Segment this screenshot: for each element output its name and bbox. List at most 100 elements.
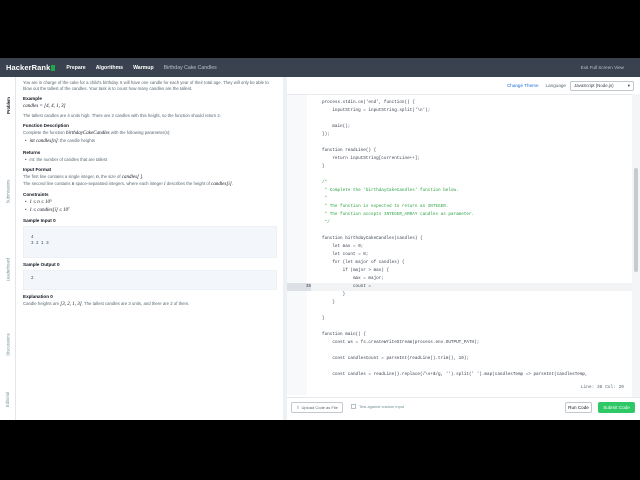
code-line[interactable]: process.stdin.on('end', function() {: [287, 99, 632, 107]
code-text: for (let major of candles) {: [322, 260, 405, 265]
tab-editorial[interactable]: Editorial: [0, 381, 16, 417]
editor-actions: ⇪ Upload Code as File Test against custo…: [287, 397, 640, 420]
logo-text: HackerRank: [6, 63, 51, 72]
input-line2-pre: The second line contains: [23, 181, 71, 187]
language-select[interactable]: JavaScript (Node.js) ▾: [570, 80, 634, 91]
chevron-down-icon: ▾: [627, 82, 630, 88]
code-line[interactable]: [287, 171, 632, 179]
scrollbar-thumb[interactable]: [634, 168, 638, 272]
code-line[interactable]: });: [287, 131, 632, 139]
code-text: if (major > max) {: [322, 268, 390, 273]
code-text: function main() {: [322, 332, 366, 337]
code-editor[interactable]: process.stdin.on('end', function() { inp…: [287, 94, 632, 420]
upload-code-button[interactable]: ⇪ Upload Code as File: [291, 402, 343, 413]
code-line[interactable]: [287, 139, 632, 147]
code-line[interactable]: * Complete the 'birthdayCakeCandles' fun…: [287, 187, 632, 195]
code-line[interactable]: let max = 0;: [287, 243, 632, 251]
nav-prepare[interactable]: Prepare: [66, 65, 85, 71]
tab-leaderboard[interactable]: Leaderboard: [0, 239, 16, 299]
code-line[interactable]: const candlesCount = parseInt(readLine()…: [287, 355, 632, 363]
example-math: candles = [4, 4, 1, 3]: [23, 104, 66, 110]
code-line[interactable]: [287, 363, 632, 371]
code-text: * The function accepts INTEGER_ARRAY can…: [322, 212, 475, 217]
tab-problem[interactable]: Problem: [0, 79, 16, 131]
returns-heading: Returns: [23, 149, 41, 155]
code-text: return inputString[currentLine++];: [322, 156, 420, 161]
code-text: process.stdin.on('end', function() {: [322, 100, 415, 105]
active-code-line[interactable]: 38 count =: [287, 283, 632, 291]
fd-param-item: int candles[n]: the candle heights: [25, 138, 277, 146]
code-line[interactable]: [287, 323, 632, 331]
code-text: /*: [322, 180, 328, 185]
explanation-math: [3, 2, 1, 3]: [60, 302, 82, 308]
code-line[interactable]: inputString = inputString.split('\n');: [287, 107, 632, 115]
code-text: inputString = inputString.split('\n');: [322, 108, 431, 113]
breadcrumb-current: Birthday Cake Candles: [163, 64, 217, 71]
code-line[interactable]: function readLine() {: [287, 147, 632, 155]
code-line[interactable]: }: [287, 299, 632, 307]
code-line[interactable]: }: [287, 315, 632, 323]
tab-editorial-label: Editorial: [5, 391, 11, 407]
code-line[interactable]: main();: [287, 123, 632, 131]
code-line[interactable]: function birthdayCakeCandles(candles) {: [287, 235, 632, 243]
line-number: 38: [287, 283, 311, 291]
constraint-1: 1 ≤ n ≤ 10⁵: [29, 200, 52, 206]
code-line[interactable]: }: [287, 291, 632, 299]
code-line[interactable]: [287, 115, 632, 123]
code-line[interactable]: *: [287, 195, 632, 203]
code-line[interactable]: [287, 347, 632, 355]
nav-warmup[interactable]: Warmup: [133, 65, 154, 71]
change-theme-link[interactable]: Change Theme: [507, 83, 539, 88]
custom-input-label: Test against custom input: [359, 404, 405, 409]
code-line[interactable]: const candles = readLine().replace(/\s+$…: [287, 371, 632, 379]
code-text: }: [322, 300, 335, 305]
code-line[interactable]: * The function accepts INTEGER_ARRAY can…: [287, 211, 632, 219]
fd-param-name: candles[n]: [36, 139, 58, 145]
code-line[interactable]: [287, 227, 632, 235]
custom-input-toggle[interactable]: Test against custom input: [351, 404, 404, 409]
code-text: function birthdayCakeCandles(candles) {: [322, 236, 423, 241]
returns-item: int: the number of candles that are tall…: [25, 157, 277, 164]
code-text: let count = 0;: [322, 252, 369, 257]
code-line[interactable]: return inputString[currentLine++];: [287, 155, 632, 163]
tab-discussions[interactable]: Discussions: [0, 315, 16, 373]
code-line[interactable]: }: [287, 163, 632, 171]
hackerrank-logo[interactable]: HackerRank: [6, 63, 56, 72]
code-text: * The function is expected to return an …: [322, 204, 449, 209]
cursor-position: Line: 38 Col: 20: [580, 385, 624, 390]
code-text: const candles = readLine().replace(/\s+$…: [322, 372, 588, 377]
code-text: count =: [322, 284, 371, 289]
code-line[interactable]: max = major;: [287, 275, 632, 283]
code-line[interactable]: let count = 0;: [287, 251, 632, 259]
submit-code-button[interactable]: Submit Code: [598, 402, 635, 413]
app-window: HackerRank Prepare Algorithms Warmup Bir…: [0, 58, 640, 420]
top-navigation: HackerRank Prepare Algorithms Warmup Bir…: [0, 58, 640, 77]
custom-input-checkbox[interactable]: [351, 404, 356, 409]
run-code-button[interactable]: Run Code: [565, 402, 592, 413]
code-text: }: [322, 316, 325, 321]
input-line2-mid: space-separated integers, where each int…: [75, 181, 163, 187]
code-line[interactable]: /*: [287, 179, 632, 187]
code-line[interactable]: if (major > max) {: [287, 267, 632, 275]
code-line[interactable]: [287, 307, 632, 315]
nav-algorithms[interactable]: Algorithms: [96, 65, 123, 71]
editor-scrollbar[interactable]: [632, 94, 640, 420]
constraint-2: 1 ≤ candles[i] ≤ 10⁷: [29, 207, 70, 213]
code-text: main();: [322, 124, 351, 129]
code-line[interactable]: */: [287, 219, 632, 227]
exit-fullscreen-link[interactable]: Exit Full Screen View: [581, 65, 624, 70]
fd-param-type: int: [29, 139, 35, 145]
constraints-heading: Constraints: [23, 192, 49, 198]
code-line[interactable]: for (let major of candles) {: [287, 259, 632, 267]
input-line2-post: describes the height of: [166, 181, 210, 187]
code-line[interactable]: * The function is expected to return an …: [287, 203, 632, 211]
code-text: function readLine() {: [322, 148, 377, 153]
logo-mark-icon: [51, 64, 56, 71]
tab-leaderboard-label: Leaderboard: [5, 257, 11, 281]
code-line[interactable]: function main() {: [287, 331, 632, 339]
tab-submissions[interactable]: Submissions: [0, 161, 16, 221]
sample-input-box: 4 3 2 1 3: [23, 226, 277, 259]
code-line[interactable]: const ws = fs.createWriteStream(process.…: [287, 339, 632, 347]
explanation-pre: Candle heights are: [23, 301, 60, 307]
tab-problem-label: Problem: [5, 96, 11, 114]
